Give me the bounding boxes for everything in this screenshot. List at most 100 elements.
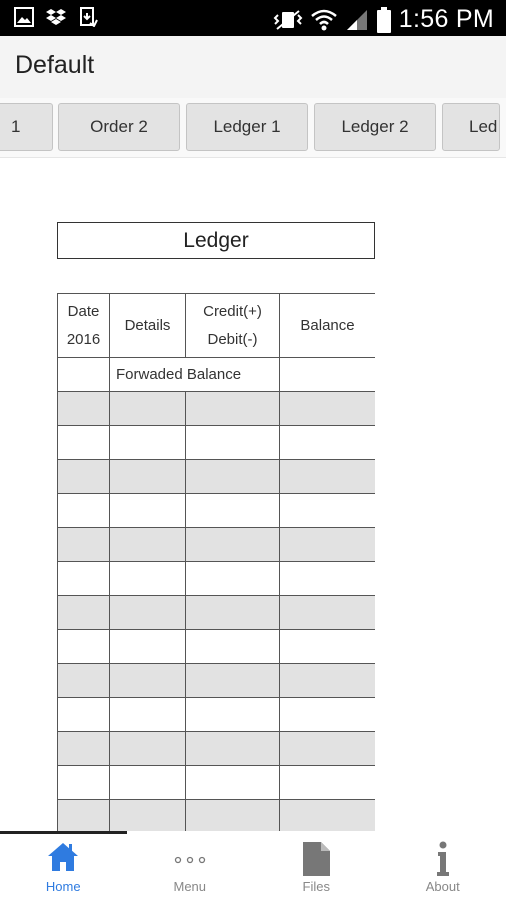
- table-cell[interactable]: [279, 459, 375, 494]
- home-icon: [48, 843, 79, 871]
- table-cell[interactable]: [57, 663, 110, 698]
- column-header-date-line2: 2016: [66, 330, 101, 348]
- battery-icon: [376, 6, 391, 33]
- tab-ledger-partial[interactable]: Led: [442, 103, 500, 151]
- table-cell[interactable]: [185, 561, 280, 596]
- table-cell[interactable]: [185, 459, 280, 494]
- table-cell[interactable]: [185, 697, 280, 732]
- table-cell[interactable]: [185, 731, 280, 766]
- table-row: [57, 561, 375, 596]
- table-cell[interactable]: [57, 629, 110, 664]
- image-icon: [14, 7, 34, 27]
- table-row: [57, 731, 375, 766]
- status-bar-system: 1:56 PM: [273, 5, 494, 34]
- table-cell[interactable]: [57, 425, 110, 460]
- nav-home[interactable]: Home: [0, 834, 127, 900]
- table-row: [57, 391, 375, 426]
- table-cell[interactable]: [57, 391, 110, 426]
- table-cell[interactable]: [109, 595, 186, 630]
- ledger-title: Ledger: [57, 222, 375, 259]
- table-cell[interactable]: [109, 799, 186, 831]
- nav-label: Menu: [173, 879, 207, 894]
- tab-order-2[interactable]: Order 2: [58, 103, 180, 151]
- table-cell[interactable]: [57, 527, 110, 562]
- nav-label: Home: [45, 879, 81, 894]
- column-header-date: Date 2016: [57, 293, 110, 358]
- table-row: [57, 697, 375, 732]
- table-row: [57, 765, 375, 800]
- table-cell[interactable]: [109, 493, 186, 528]
- table-cell[interactable]: [57, 697, 110, 732]
- tab-strip[interactable]: 1 Order 2 Ledger 1 Ledger 2 Led: [0, 98, 506, 158]
- table-row: [57, 799, 375, 831]
- table-cell[interactable]: [185, 765, 280, 800]
- tab-ledger-2[interactable]: Ledger 2: [314, 103, 436, 151]
- table-cell[interactable]: [279, 697, 375, 732]
- table-cell[interactable]: [109, 391, 186, 426]
- table-cell[interactable]: [109, 629, 186, 664]
- table-cell[interactable]: [279, 357, 375, 392]
- forwarded-balance-row: Forwaded Balance: [57, 357, 375, 392]
- column-header-balance: Balance: [279, 293, 375, 358]
- bottom-nav: Home Menu Files About: [0, 834, 506, 900]
- info-icon: [436, 841, 449, 876]
- tab-label: 1: [11, 117, 21, 136]
- table-cell[interactable]: [279, 425, 375, 460]
- table-cell[interactable]: [185, 425, 280, 460]
- forwarded-balance-text: Forwaded Balance: [116, 366, 242, 383]
- table-cell[interactable]: [279, 493, 375, 528]
- table-cell[interactable]: [185, 595, 280, 630]
- table-cell[interactable]: [279, 799, 375, 831]
- app-header: Default: [0, 36, 506, 98]
- table-cell[interactable]: [109, 425, 186, 460]
- table-row: [57, 459, 375, 494]
- table-cell[interactable]: [279, 527, 375, 562]
- table-cell[interactable]: [279, 663, 375, 698]
- table-cell[interactable]: [279, 629, 375, 664]
- table-cell[interactable]: [57, 357, 110, 392]
- table-cell[interactable]: [57, 561, 110, 596]
- more-dots-icon: [174, 856, 205, 864]
- table-row: [57, 663, 375, 698]
- table-cell[interactable]: [57, 459, 110, 494]
- nav-menu[interactable]: Menu: [127, 834, 254, 900]
- table-cell[interactable]: [109, 765, 186, 800]
- tab-label: Ledger 1: [213, 117, 281, 136]
- status-bar: 1:56 PM: [0, 0, 506, 36]
- table-cell[interactable]: [57, 799, 110, 831]
- table-cell[interactable]: [57, 731, 110, 766]
- table-cell[interactable]: [185, 629, 280, 664]
- table-cell[interactable]: [279, 765, 375, 800]
- table-cell[interactable]: [109, 527, 186, 562]
- dropbox-icon: [46, 9, 66, 25]
- table-cell[interactable]: [185, 493, 280, 528]
- nav-about[interactable]: About: [380, 834, 506, 900]
- ledger-table-container[interactable]: Date 2016 Details Credit(+) Debit(-) Bal…: [57, 293, 375, 831]
- table-cell[interactable]: [279, 391, 375, 426]
- tab-label: Order 2: [90, 117, 148, 136]
- table-cell[interactable]: [109, 663, 186, 698]
- tab-label: Ledger 2: [341, 117, 409, 136]
- table-row: [57, 425, 375, 460]
- table-cell[interactable]: [279, 731, 375, 766]
- signal-icon: [346, 9, 367, 30]
- table-cell[interactable]: [109, 459, 186, 494]
- table-cell[interactable]: [279, 561, 375, 596]
- table-cell[interactable]: [279, 595, 375, 630]
- table-cell[interactable]: [185, 663, 280, 698]
- tab-ledger-1[interactable]: Ledger 1: [186, 103, 308, 151]
- table-row: [57, 595, 375, 630]
- tab-1[interactable]: 1: [0, 103, 53, 151]
- table-cell[interactable]: [57, 765, 110, 800]
- table-cell[interactable]: [109, 697, 186, 732]
- table-cell[interactable]: [185, 391, 280, 426]
- table-cell[interactable]: [57, 493, 110, 528]
- table-cell[interactable]: [185, 799, 280, 831]
- table-cell[interactable]: [109, 731, 186, 766]
- table-cell[interactable]: [185, 527, 280, 562]
- table-cell[interactable]: [57, 595, 110, 630]
- table-cell[interactable]: [109, 561, 186, 596]
- table-row: [57, 527, 375, 562]
- wifi-icon: [310, 9, 337, 30]
- nav-files[interactable]: Files: [253, 834, 380, 900]
